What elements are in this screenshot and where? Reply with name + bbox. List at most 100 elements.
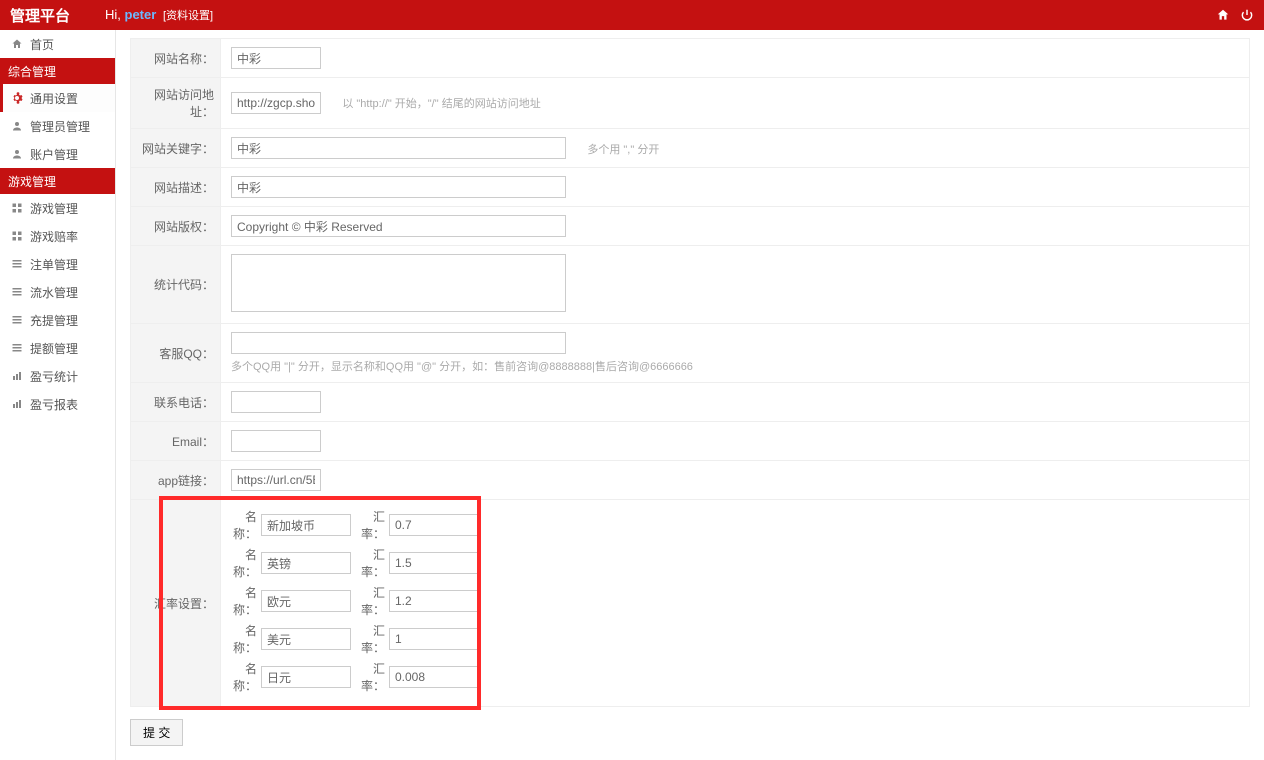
rate-value-input[interactable]: [389, 666, 479, 688]
list-icon: [10, 341, 24, 355]
sidebar-item-quota-mgmt[interactable]: 提额管理: [0, 334, 115, 362]
rate-name-input[interactable]: [261, 552, 351, 574]
sidebar-item-label: 提额管理: [30, 340, 78, 357]
main-content: 网站名称： 网站访问地址： 以 "http://" 开始，"/" 结尾的网站访问…: [116, 30, 1264, 760]
sidebar-section-general: 综合管理: [0, 58, 115, 84]
rate-value-input[interactable]: [389, 552, 479, 574]
sidebar-item-label: 账户管理: [30, 146, 78, 163]
sidebar-item-game-odds[interactable]: 游戏赔率: [0, 222, 115, 250]
rate-value-label: 汇率：: [359, 546, 385, 580]
input-applink[interactable]: [231, 469, 321, 491]
rate-name-input[interactable]: [261, 514, 351, 536]
power-icon[interactable]: [1240, 8, 1254, 22]
rate-row: 名称： 汇率：: [231, 508, 1239, 542]
hint-qq: 多个QQ用 "|" 分开，显示名称和QQ用 "@" 分开，如：售前咨询@8888…: [231, 358, 1239, 374]
greet-prefix: Hi,: [105, 7, 125, 22]
sidebar-item-profit-stats[interactable]: 盈亏统计: [0, 362, 115, 390]
user-icon: [10, 119, 24, 133]
input-site-desc[interactable]: [231, 176, 566, 198]
input-site-keywords[interactable]: [231, 137, 566, 159]
list-icon: [10, 257, 24, 271]
home-icon: [10, 37, 24, 51]
settings-form: 网站名称： 网站访问地址： 以 "http://" 开始，"/" 结尾的网站访问…: [130, 38, 1250, 707]
list-icon: [10, 285, 24, 299]
chart-icon: [10, 397, 24, 411]
grid-icon: [10, 229, 24, 243]
label-site-name: 网站名称：: [131, 39, 221, 78]
rate-value-input[interactable]: [389, 628, 479, 650]
sidebar-item-account-mgmt[interactable]: 账户管理: [0, 140, 115, 168]
home-icon[interactable]: [1216, 8, 1230, 22]
rate-row: 名称： 汇率：: [231, 584, 1239, 618]
input-site-name[interactable]: [231, 47, 321, 69]
sidebar-item-label: 充提管理: [30, 312, 78, 329]
sidebar-item-label: 游戏管理: [30, 200, 78, 217]
submit-button[interactable]: 提 交: [130, 719, 183, 746]
sidebar-item-game-mgmt[interactable]: 游戏管理: [0, 194, 115, 222]
rate-value-label: 汇率：: [359, 584, 385, 618]
sidebar-item-label: 流水管理: [30, 284, 78, 301]
sidebar-item-profit-report[interactable]: 盈亏报表: [0, 390, 115, 418]
sidebar-item-label: 通用设置: [30, 90, 78, 107]
rates-cell: 名称：汇率：名称：汇率：名称：汇率：名称：汇率：名称：汇率：: [221, 500, 1250, 707]
sidebar-item-label: 盈亏统计: [30, 368, 78, 385]
sidebar-item-flow-mgmt[interactable]: 流水管理: [0, 278, 115, 306]
rate-value-input[interactable]: [389, 590, 479, 612]
greet-username[interactable]: peter: [125, 7, 157, 22]
sidebar-item-label: 首页: [30, 36, 54, 53]
rate-value-label: 汇率：: [359, 622, 385, 656]
label-site-keywords: 网站关键字：: [131, 129, 221, 168]
rate-row: 名称：汇率：: [231, 660, 1239, 694]
rate-name-label: 名称：: [231, 546, 257, 580]
greeting: Hi, peter [资料设置]: [105, 7, 213, 23]
sidebar-item-label: 注单管理: [30, 256, 78, 273]
label-site-desc: 网站描述：: [131, 168, 221, 207]
rate-name-label: 名称：: [231, 660, 257, 694]
label-site-copy: 网站版权：: [131, 207, 221, 246]
sidebar-item-order-mgmt[interactable]: 注单管理: [0, 250, 115, 278]
hint-site-url: 以 "http://" 开始，"/" 结尾的网站访问地址: [342, 98, 540, 110]
label-phone: 联系电话：: [131, 383, 221, 422]
greet-tag[interactable]: [资料设置]: [163, 10, 213, 22]
grid-icon: [10, 201, 24, 215]
label-applink: app链接：: [131, 461, 221, 500]
user-icon: [10, 147, 24, 161]
gear-icon: [10, 91, 24, 105]
sidebar-item-general-settings[interactable]: 通用设置: [0, 84, 115, 112]
rate-value-input[interactable]: [389, 514, 479, 536]
rate-value-label: 汇率：: [359, 508, 385, 542]
rate-row: 名称： 汇率：: [231, 546, 1239, 580]
sidebar-item-home[interactable]: 首页: [0, 30, 115, 58]
sidebar-section-game: 游戏管理: [0, 168, 115, 194]
chart-icon: [10, 369, 24, 383]
rate-name-label: 名称：: [231, 508, 257, 542]
label-stats-code: 统计代码：: [131, 246, 221, 324]
label-site-url: 网站访问地址：: [131, 78, 221, 129]
sidebar-item-label: 盈亏报表: [30, 396, 78, 413]
rates-container: 名称：汇率：名称：汇率：名称：汇率：名称：汇率：名称：汇率：: [231, 508, 1239, 694]
sidebar-item-label: 管理员管理: [30, 118, 90, 135]
label-rates: 汇率设置：: [131, 500, 221, 707]
label-email: Email：: [131, 422, 221, 461]
rate-row: 名称： 汇率：: [231, 622, 1239, 656]
rate-name-label: 名称：: [231, 584, 257, 618]
input-phone[interactable]: [231, 391, 321, 413]
list-icon: [10, 313, 24, 327]
input-site-copy[interactable]: [231, 215, 566, 237]
input-stats-code[interactable]: [231, 254, 566, 312]
rate-name-input[interactable]: [261, 666, 351, 688]
brand-title: 管理平台: [10, 5, 70, 26]
sidebar-item-admin-mgmt[interactable]: 管理员管理: [0, 112, 115, 140]
top-header: 管理平台 Hi, peter [资料设置]: [0, 0, 1264, 30]
input-email[interactable]: [231, 430, 321, 452]
input-site-url[interactable]: [231, 92, 321, 114]
hint-site-keywords: 多个用 "," 分开: [587, 144, 659, 156]
rate-name-input[interactable]: [261, 628, 351, 650]
sidebar-item-deposit-mgmt[interactable]: 充提管理: [0, 306, 115, 334]
rate-name-input[interactable]: [261, 590, 351, 612]
sidebar-item-label: 游戏赔率: [30, 228, 78, 245]
label-qq: 客服QQ：: [131, 324, 221, 383]
rate-name-label: 名称：: [231, 622, 257, 656]
sidebar: 首页 综合管理 通用设置 管理员管理 账户管理 游戏管理 游戏管理: [0, 30, 116, 760]
input-qq[interactable]: [231, 332, 566, 354]
